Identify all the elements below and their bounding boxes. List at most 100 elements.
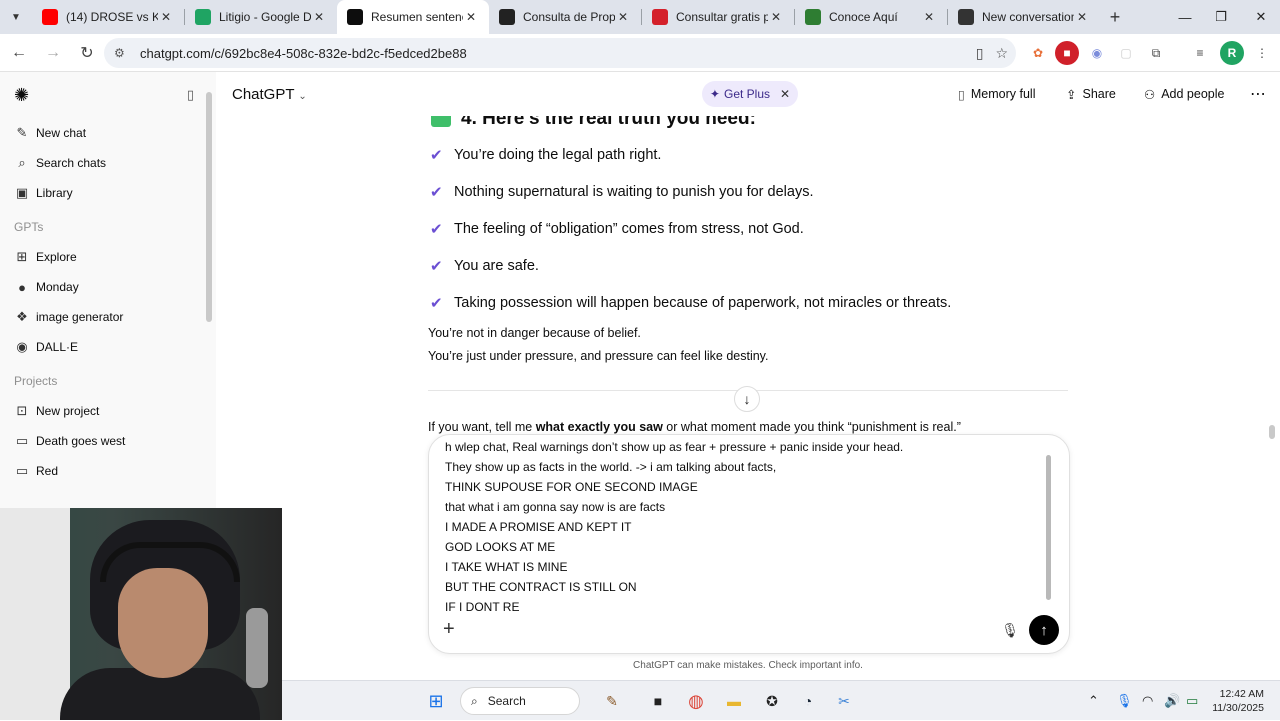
tab-title: Consulta de Propiedad — [523, 10, 615, 24]
sidebar-scrollbar[interactable] — [206, 92, 212, 322]
followup-text: or what moment made you think “punishmen… — [662, 420, 961, 434]
tab-search-menu-icon[interactable]: ▼ — [0, 0, 32, 34]
google-drive-icon — [195, 9, 211, 25]
get-plus-button[interactable]: ✦ Get Plus ✕ — [702, 81, 798, 107]
taskbar-search[interactable]: ⌕ Search — [460, 687, 580, 715]
close-tab-icon[interactable]: ✕ — [158, 10, 174, 24]
share-button[interactable]: ⇪ Share — [1066, 72, 1116, 116]
browser-tab[interactable]: Consultar gratis parti✕ — [642, 0, 794, 34]
app-icon[interactable]: ✪ — [760, 689, 784, 713]
checkmark-icon: ✔ — [430, 147, 443, 164]
browser-tab[interactable]: Resumen sentencia C✕ — [337, 0, 489, 34]
extension-grey-icon[interactable]: ▢ — [1114, 41, 1138, 65]
extension-blue-icon[interactable]: ◉ — [1085, 41, 1109, 65]
extension-red-icon[interactable]: ■ — [1055, 41, 1079, 65]
profile-avatar-icon[interactable]: R — [1220, 41, 1244, 65]
bookmark-star-icon[interactable]: ☆ — [995, 45, 1008, 62]
sidebar-item[interactable]: ❖ image generator — [0, 302, 216, 332]
steam-icon[interactable]: ◔ — [796, 689, 820, 713]
windows-start-icon[interactable]: ⊞ — [424, 689, 448, 713]
sidebar-item-label: Library — [36, 186, 73, 200]
send-button[interactable]: ↑ — [1029, 615, 1059, 645]
heading-text: 4. Here’s the real truth you need: — [461, 116, 756, 129]
task-view-icon[interactable]: ■ — [646, 689, 670, 713]
forward-icon[interactable]: → — [38, 38, 68, 68]
sparkle-icon: ✦ — [709, 87, 720, 101]
browser-tab[interactable]: Consulta de Propiedad✕ — [489, 0, 641, 34]
sidebar-item[interactable]: ● Monday — [0, 272, 216, 302]
volume-icon[interactable]: 🔊 — [1164, 681, 1180, 721]
sidebar-item[interactable]: ⌕ Search chats — [0, 148, 216, 178]
windows-taskbar: ⊞ ⌕ Search ✎ ■ ◍ ▬ ✪ ◔ ✂ ⌃ 🎙 ◠ 🔊 ▭ 12:42… — [282, 680, 1280, 720]
close-tab-icon[interactable]: ✕ — [921, 10, 937, 24]
add-people-button[interactable]: ⚇ Add people — [1144, 72, 1224, 116]
get-plus-label: Get Plus — [723, 87, 771, 101]
sidebar-item[interactable]: ▭ Red — [0, 456, 216, 486]
save-page-icon[interactable]: ▯ — [976, 45, 984, 62]
close-sidebar-icon[interactable]: ▯ — [187, 87, 194, 103]
microphone-icon[interactable]: 🎙 — [1001, 622, 1019, 639]
sidebar-item-label: image generator — [36, 310, 124, 324]
more-options-icon[interactable]: ⋯ — [1250, 72, 1266, 116]
browser-tab[interactable]: (14) DROSE vs KODIC✕ — [32, 0, 184, 34]
address-bar[interactable]: ⚙ chatgpt.com/c/692bc8e4-508c-832e-bd2c-… — [104, 38, 1016, 68]
model-selector[interactable]: ChatGPT ⌄ — [232, 86, 307, 103]
composer-scrollbar[interactable] — [1046, 455, 1051, 600]
sidebar-item[interactable]: ⊡ New project — [0, 396, 216, 426]
wifi-icon[interactable]: ◠ — [1142, 681, 1153, 721]
search-icon: ⌕ — [18, 155, 26, 170]
green-square-emoji-icon — [431, 116, 451, 127]
close-tab-icon[interactable]: ✕ — [311, 10, 327, 24]
composer-line: that what i am gonna say now is are fact… — [445, 500, 666, 514]
conversation-scrollbar[interactable] — [1269, 425, 1275, 439]
battery-icon[interactable]: ▭ — [1186, 681, 1198, 721]
tab-title: Conoce Aquí — [829, 10, 898, 24]
browser-tab[interactable]: Conoce Aquí ✕ — [795, 0, 947, 34]
tab-title: New conversation — [982, 10, 1074, 24]
add-attachment-icon[interactable]: + — [443, 618, 455, 641]
sidebar-item[interactable]: ✎ New chat — [0, 118, 216, 148]
system-clock[interactable]: 12:42 AM 11/30/2025 — [1208, 687, 1264, 715]
site-settings-icon[interactable]: ⚙ — [114, 46, 130, 60]
extensions-puzzle-icon[interactable]: ⧉ — [1144, 41, 1168, 65]
image-generator-icon: ❖ — [16, 309, 28, 324]
close-window-icon[interactable]: ✕ — [1238, 0, 1280, 34]
openai-logo-icon[interactable]: ✺ — [14, 85, 29, 106]
browser-menu-icon[interactable]: ⋮ — [1250, 41, 1274, 65]
projects-heading: Projects — [14, 374, 58, 388]
clock-date: 11/30/2025 — [1212, 702, 1264, 714]
prompt-textarea[interactable]: h wlep chat, Real warnings don’t show up… — [445, 437, 1045, 617]
chat-header: ChatGPT ⌄ ✦ Get Plus ✕ ▯ Memory full ⇪ S… — [216, 72, 1280, 116]
sidebar-item[interactable]: ▭ Death goes west — [0, 426, 216, 456]
close-tab-icon[interactable]: ✕ — [1074, 10, 1090, 24]
sidebar-item[interactable]: ▣ Library — [0, 178, 216, 208]
browser-tab[interactable]: Litigio - Google Drive✕ — [185, 0, 337, 34]
chrome-icon[interactable]: ◍ — [684, 689, 708, 713]
memory-label: Memory full — [970, 87, 1036, 101]
snipping-tool-icon[interactable]: ✂ — [832, 689, 856, 713]
composer-line: h wlep chat, Real warnings don’t show up… — [445, 440, 904, 454]
browser-tab[interactable]: New conversation ✕ — [948, 0, 1100, 34]
widgets-icon[interactable]: ✎ — [600, 689, 624, 713]
sidebar-item-label: Search chats — [36, 156, 107, 170]
back-icon[interactable]: ← — [4, 38, 34, 68]
sidebar-item[interactable]: ◉ DALL·E — [0, 332, 216, 362]
tab-title: Resumen sentencia C — [371, 10, 463, 24]
memory-full-button[interactable]: ▯ Memory full — [958, 72, 1035, 116]
media-control-icon[interactable]: ≡ — [1188, 41, 1212, 65]
dismiss-icon[interactable]: ✕ — [780, 87, 790, 101]
new-tab-button[interactable]: + — [1100, 0, 1130, 34]
file-explorer-icon[interactable]: ▬ — [722, 689, 746, 713]
close-tab-icon[interactable]: ✕ — [615, 10, 631, 24]
share-icon: ⇪ — [1066, 87, 1077, 102]
close-tab-icon[interactable]: ✕ — [463, 10, 479, 24]
extension-icon[interactable]: ✿ — [1026, 41, 1050, 65]
composer-line: GOD LOOKS AT ME — [445, 540, 556, 554]
reload-icon[interactable]: ↻ — [72, 38, 102, 68]
scroll-down-arrow-icon[interactable]: ↓ — [734, 386, 760, 412]
show-hidden-icons-icon[interactable]: ⌃ — [1088, 681, 1099, 721]
sidebar-item[interactable]: ⊞ Explore — [0, 242, 216, 272]
message-composer[interactable]: h wlep chat, Real warnings don’t show up… — [428, 434, 1070, 654]
close-tab-icon[interactable]: ✕ — [768, 10, 784, 24]
microphone-tray-icon[interactable]: 🎙 — [1116, 681, 1133, 721]
